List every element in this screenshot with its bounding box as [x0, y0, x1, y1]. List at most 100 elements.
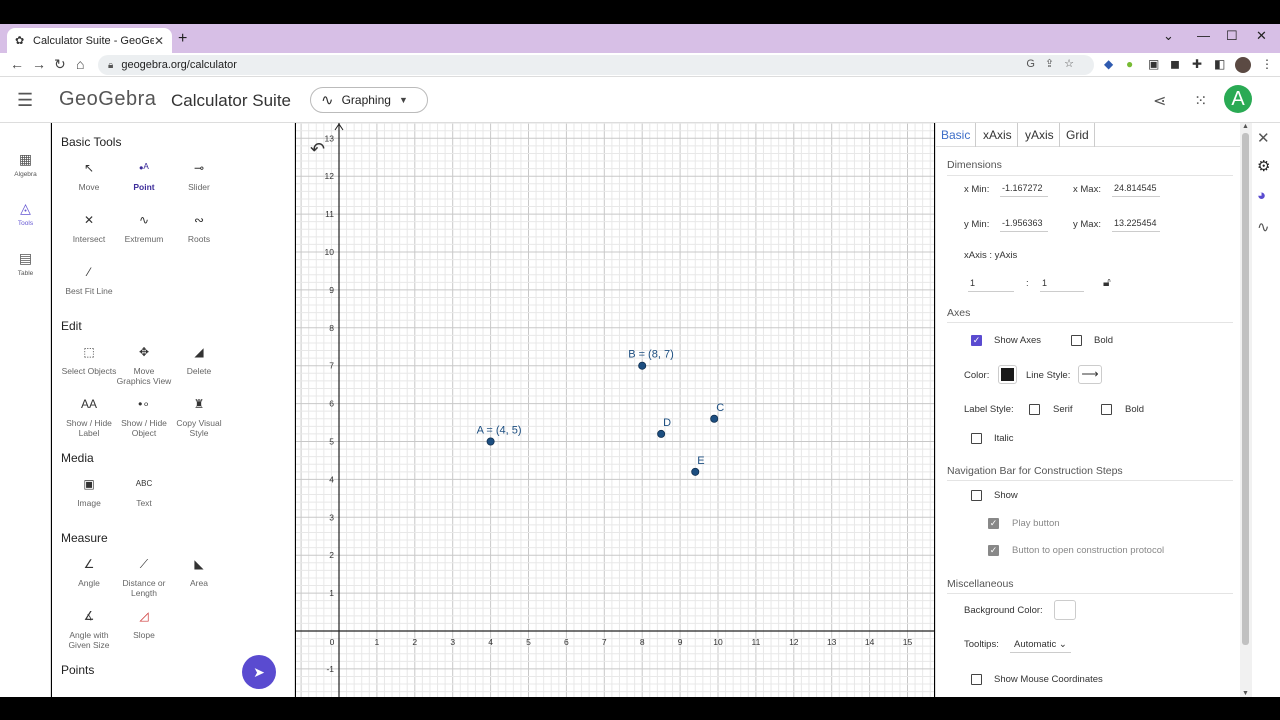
- tab-basic[interactable]: Basic: [936, 123, 977, 147]
- extension-icon[interactable]: ●: [1126, 57, 1133, 71]
- tool-angle-given-size[interactable]: ∡ Angle with Given Size: [58, 610, 120, 650]
- point-E: [691, 467, 700, 476]
- close-window-button[interactable]: ✕: [1256, 28, 1267, 44]
- share-icon[interactable]: ⋖: [1153, 91, 1166, 111]
- tool-text[interactable]: ABC Text: [113, 479, 175, 508]
- hamburger-menu-icon[interactable]: ☰: [17, 90, 33, 111]
- scrollbar-thumb[interactable]: [1242, 133, 1249, 645]
- tool-show-hide-object[interactable]: •∘ Show / Hide Object: [113, 398, 175, 438]
- function-graph-icon[interactable]: ∿: [1257, 218, 1270, 236]
- browser-menu-icon[interactable]: ⋮: [1261, 57, 1273, 71]
- ymin-field[interactable]: -1.956363: [1000, 218, 1048, 232]
- tool-move[interactable]: ↖ Move: [58, 162, 120, 192]
- scroll-up-arrow-icon[interactable]: ▲: [1242, 123, 1249, 130]
- undo-icon[interactable]: ↶: [310, 139, 325, 160]
- extension-icon[interactable]: ▣: [1148, 57, 1159, 71]
- browser-tab[interactable]: ✿ Calculator Suite - GeoGebra ✕: [7, 28, 172, 53]
- tool-extremum[interactable]: ∿ Extremum: [113, 214, 175, 244]
- extension-icon[interactable]: ◼: [1170, 57, 1180, 71]
- lock-ratio-icon[interactable]: 🔓︎: [1103, 275, 1111, 290]
- tool-move-graphics-view[interactable]: ✥ Move Graphics View: [113, 345, 175, 386]
- xmax-field[interactable]: 24.814545: [1112, 183, 1160, 197]
- divider: [947, 322, 1233, 323]
- tool-angle[interactable]: ∠ Angle: [58, 558, 120, 588]
- tool-area[interactable]: ◣ Area: [168, 558, 230, 588]
- ymin-label: y Min:: [964, 219, 990, 230]
- rail-item-tools[interactable]: ◬ Tools: [0, 200, 51, 227]
- tool-point[interactable]: •ᴬ Point: [113, 162, 175, 192]
- serif-label: Serif: [1053, 404, 1073, 415]
- bold-label: Bold: [1094, 335, 1114, 346]
- italic-checkbox[interactable]: [971, 433, 982, 444]
- view-rail: ▦ Algebra ◬ Tools ▤ Table: [0, 123, 51, 697]
- extension-icon[interactable]: ◆: [1104, 57, 1113, 71]
- tool-slope[interactable]: ◿ Slope: [113, 610, 175, 640]
- geogebra-logo[interactable]: GeoGebra: [59, 88, 156, 111]
- forward-arrow-icon[interactable]: →: [32, 56, 46, 72]
- y-tick-label: 8: [329, 323, 334, 333]
- axis-color-swatch[interactable]: [998, 365, 1017, 384]
- extensions-puzzle-icon[interactable]: ✚: [1192, 57, 1202, 71]
- tool-select-objects[interactable]: ⬚ Select Objects: [58, 346, 120, 376]
- rail-label: Algebra: [14, 171, 37, 178]
- graph-canvas[interactable]: 0 1 2 3 4 5 6 7 8 9 10 11 12 13 14 15-11234567891011121…: [296, 123, 934, 697]
- close-tab-icon[interactable]: ✕: [154, 34, 164, 48]
- axis-ratio-label: xAxis : yAxis: [964, 250, 1018, 261]
- tool-best-fit-line[interactable]: ⁄ Best Fit Line: [58, 266, 120, 296]
- ratio-y-field[interactable]: 1: [1040, 278, 1084, 292]
- tab-xaxis[interactable]: xAxis: [978, 123, 1018, 147]
- ymax-field[interactable]: 13.225454: [1112, 218, 1160, 232]
- minimize-button[interactable]: —: [1197, 28, 1210, 43]
- line-style-arrow-icon[interactable]: ⟶: [1078, 365, 1102, 384]
- serif-checkbox[interactable]: [1029, 404, 1040, 415]
- mouse-coords-checkbox[interactable]: [971, 674, 982, 685]
- maximize-button[interactable]: ☐: [1226, 28, 1238, 44]
- tooltips-dropdown[interactable]: Automatic ⌄: [1010, 639, 1071, 653]
- address-bar[interactable]: 🔒︎ geogebra.org/calculator G⇪☆: [98, 55, 1094, 75]
- calculator-icon: ▦: [18, 151, 33, 167]
- tab-yaxis[interactable]: yAxis: [1020, 123, 1060, 147]
- tool-show-hide-label[interactable]: AA Show / Hide Label: [58, 398, 120, 438]
- tab-grid[interactable]: Grid: [1061, 123, 1095, 147]
- bold-label-checkbox[interactable]: [1101, 404, 1112, 415]
- background-color-swatch[interactable]: [1054, 600, 1076, 620]
- tool-roots[interactable]: ∾ Roots: [168, 214, 230, 244]
- graphics-style-icon[interactable]: ◕: [1257, 187, 1266, 204]
- mouse-coords-label: Show Mouse Coordinates: [994, 674, 1103, 685]
- rail-item-algebra[interactable]: ▦ Algebra: [0, 151, 51, 178]
- tools-fab-button[interactable]: ➤: [242, 655, 276, 689]
- tool-slider[interactable]: ⊸ Slider: [168, 162, 230, 192]
- tool-delete[interactable]: ◢ Delete: [168, 346, 230, 376]
- url-actions-icons[interactable]: G⇪☆: [1026, 57, 1084, 70]
- close-icon[interactable]: ✕: [1257, 129, 1270, 147]
- home-icon[interactable]: ⌂: [76, 56, 84, 72]
- ratio-x-field[interactable]: 1: [968, 278, 1014, 292]
- tool-intersect[interactable]: ✕ Intersect: [58, 214, 120, 244]
- tool-image[interactable]: ▣ Image: [58, 478, 120, 508]
- xmin-field[interactable]: -1.167272: [1000, 183, 1048, 197]
- tool-copy-visual-style[interactable]: ♜ Copy Visual Style: [168, 398, 230, 438]
- profile-avatar[interactable]: [1235, 57, 1251, 73]
- apps-grid-icon[interactable]: ⁙: [1194, 91, 1207, 111]
- graphics-view[interactable]: 0 1 2 3 4 5 6 7 8 9 10 11 12 13 14 15 -1 1 2 3 4 5 6 7 8 9 10 11 12 1…: [296, 123, 934, 697]
- show-axes-checkbox[interactable]: ✓: [971, 335, 982, 346]
- show-nav-checkbox[interactable]: [971, 490, 982, 501]
- tool-distance-length[interactable]: ⟋ Distance or Length: [113, 558, 175, 598]
- tab-search-icon[interactable]: ⌄: [1163, 28, 1174, 44]
- bold-axes-checkbox[interactable]: [1071, 335, 1082, 346]
- gear-icon[interactable]: ⚙: [1257, 157, 1270, 175]
- settings-scrollbar[interactable]: ▲ ▼: [1240, 123, 1252, 697]
- tools-panel: Basic Tools ↖ Move •ᴬ Point ⊸ Slider ✕ Inter…: [52, 123, 339, 697]
- user-avatar[interactable]: A: [1224, 85, 1252, 113]
- reload-icon[interactable]: ↻: [54, 56, 66, 73]
- x-tick-label: 7: [602, 637, 607, 647]
- y-tick-label: 4: [329, 474, 334, 484]
- rail-item-table[interactable]: ▤ Table: [0, 250, 51, 277]
- back-arrow-icon[interactable]: ←: [10, 56, 24, 72]
- scroll-down-arrow-icon[interactable]: ▼: [1242, 690, 1249, 697]
- move-view-icon: ✥: [138, 345, 150, 359]
- new-tab-button[interactable]: +: [178, 30, 187, 48]
- app-selector-dropdown[interactable]: ∿ Graphing ▼: [310, 87, 428, 113]
- sidepanel-icon[interactable]: ◧: [1214, 57, 1225, 71]
- y-tick-label: 9: [329, 285, 334, 295]
